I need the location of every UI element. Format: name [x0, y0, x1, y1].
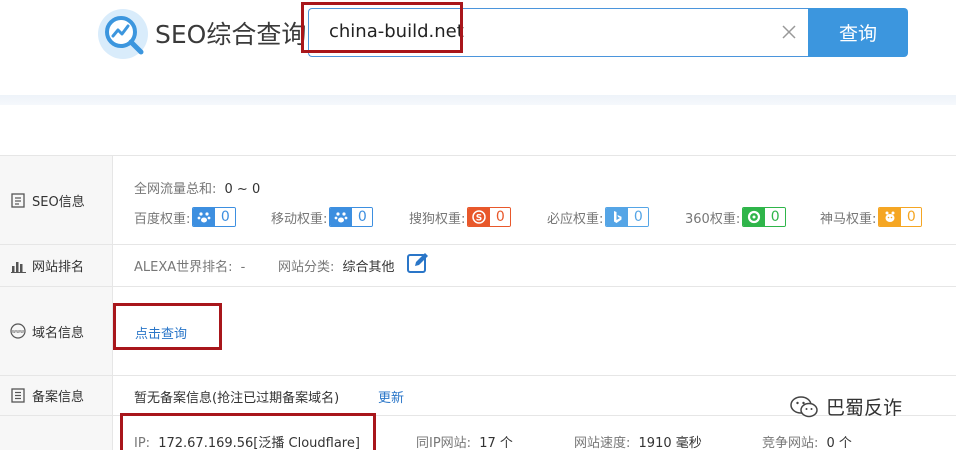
360-weight-badge[interactable]: 0	[742, 207, 787, 227]
alexa-rank-value: -	[240, 260, 246, 275]
baidu-paw-icon	[193, 208, 216, 226]
clear-icon[interactable]	[779, 22, 799, 42]
mobile-weight-badge[interactable]: 0	[329, 207, 374, 227]
360-weight-label: 360权重:	[685, 211, 741, 227]
mobile-weight-value: 0	[352, 208, 373, 226]
seo-logo-icon	[98, 9, 148, 59]
www-globe-icon: www	[10, 323, 26, 339]
bing-weight-badge[interactable]: 0	[605, 207, 650, 227]
shenma-weight-badge[interactable]: 0	[878, 207, 923, 227]
traffic-label: 全网流量总和:	[134, 182, 217, 197]
icp-status-text: 暂无备案信息(抢注已过期备案域名)	[134, 391, 340, 406]
bing-weight-label: 必应权重:	[547, 211, 604, 227]
sogou-weight-label: 搜狗权重:	[409, 211, 466, 227]
baidu-weight-value: 0	[215, 208, 236, 226]
icp-info-label: 备案信息	[32, 390, 85, 405]
site-category-label: 网站分类:	[278, 260, 335, 275]
watermark: 巴蜀反诈	[790, 393, 902, 420]
svg-text:www: www	[12, 329, 24, 335]
sogou-weight-badge[interactable]: S 0	[467, 207, 512, 227]
seo-info-label-cell: SEO信息	[0, 156, 113, 244]
traffic-value: 0 ~ 0	[224, 182, 261, 197]
header: SEO综合查询 china-build.net 查询	[0, 0, 956, 95]
domain-info-label-cell: www 域名信息	[0, 287, 113, 375]
website-rank-label: 网站排名	[32, 260, 85, 275]
shenma-weight-value: 0	[901, 208, 922, 226]
site-category: 网站分类: 综合其他	[278, 256, 395, 275]
watermark-text: 巴蜀反诈	[826, 397, 903, 419]
bing-weight[interactable]: 必应权重: 0	[547, 207, 650, 227]
competitor-sites[interactable]: 竞争网站: 0 个	[762, 432, 852, 450]
svg-text:S: S	[476, 214, 482, 224]
record-book-icon	[10, 388, 26, 404]
document-icon	[10, 192, 26, 208]
360-icon	[743, 208, 766, 226]
shenma-weight-label: 神马权重:	[820, 211, 877, 227]
site-title: SEO综合查询	[155, 20, 307, 49]
alexa-rank: ALEXA世界排名: -	[134, 256, 245, 275]
domain-info-label: 域名信息	[32, 325, 85, 341]
sogou-icon: S	[468, 208, 491, 226]
wechat-icon	[790, 395, 818, 417]
site-speed-label: 网站速度:	[574, 436, 631, 450]
competitor-label: 竞争网站:	[762, 436, 819, 450]
same-ip-value: 17 个	[479, 436, 513, 450]
shenma-weight[interactable]: 神马权重: 0	[820, 207, 923, 227]
bar-chart-icon	[10, 258, 26, 274]
mobile-weight-label: 移动权重:	[271, 211, 328, 227]
edit-icon[interactable]	[407, 252, 429, 274]
baidu-weight-badge[interactable]: 0	[192, 207, 237, 227]
sogou-weight-value: 0	[490, 208, 511, 226]
360-weight[interactable]: 360权重: 0	[685, 207, 787, 227]
alexa-rank-label: ALEXA世界排名:	[134, 260, 233, 275]
annotation-box-search	[301, 2, 463, 53]
seo-info-label: SEO信息	[32, 194, 85, 210]
bing-icon	[606, 208, 629, 226]
search-button[interactable]: 查询	[808, 8, 908, 57]
360-weight-value: 0	[765, 208, 786, 226]
baidu-weight[interactable]: 百度权重: 0	[134, 207, 237, 227]
site-category-value: 综合其他	[342, 260, 395, 275]
traffic-total: 全网流量总和: 0 ~ 0	[134, 178, 260, 197]
seo-info-row: SEO信息 全网流量总和: 0 ~ 0 百度权重: 0 移动权重: 0 搜狗权重…	[0, 155, 956, 244]
annotation-box-domain-query	[113, 303, 222, 350]
ip-info-label-cell	[0, 416, 113, 450]
shenma-icon	[879, 208, 902, 226]
mobile-weight[interactable]: 移动权重: 0	[271, 207, 374, 227]
baidu-weight-label: 百度权重:	[134, 211, 191, 227]
site-speed: 网站速度: 1910 毫秒	[574, 432, 702, 450]
bing-weight-value: 0	[628, 208, 649, 226]
website-rank-row: 网站排名 ALEXA世界排名: - 网站分类: 综合其他	[0, 244, 956, 286]
same-ip-sites[interactable]: 同IP网站: 17 个	[416, 432, 513, 450]
same-ip-label: 同IP网站:	[416, 436, 472, 450]
baidu-paw-icon	[330, 208, 353, 226]
icp-update-link[interactable]: 更新	[378, 387, 404, 406]
site-speed-value: 1910 毫秒	[638, 436, 702, 450]
header-divider	[0, 95, 956, 105]
sogou-weight[interactable]: 搜狗权重: S 0	[409, 207, 512, 227]
annotation-box-ip	[120, 413, 376, 450]
website-rank-label-cell: 网站排名	[0, 245, 113, 286]
competitor-value: 0 个	[826, 436, 852, 450]
icp-info-label-cell: 备案信息	[0, 376, 113, 415]
